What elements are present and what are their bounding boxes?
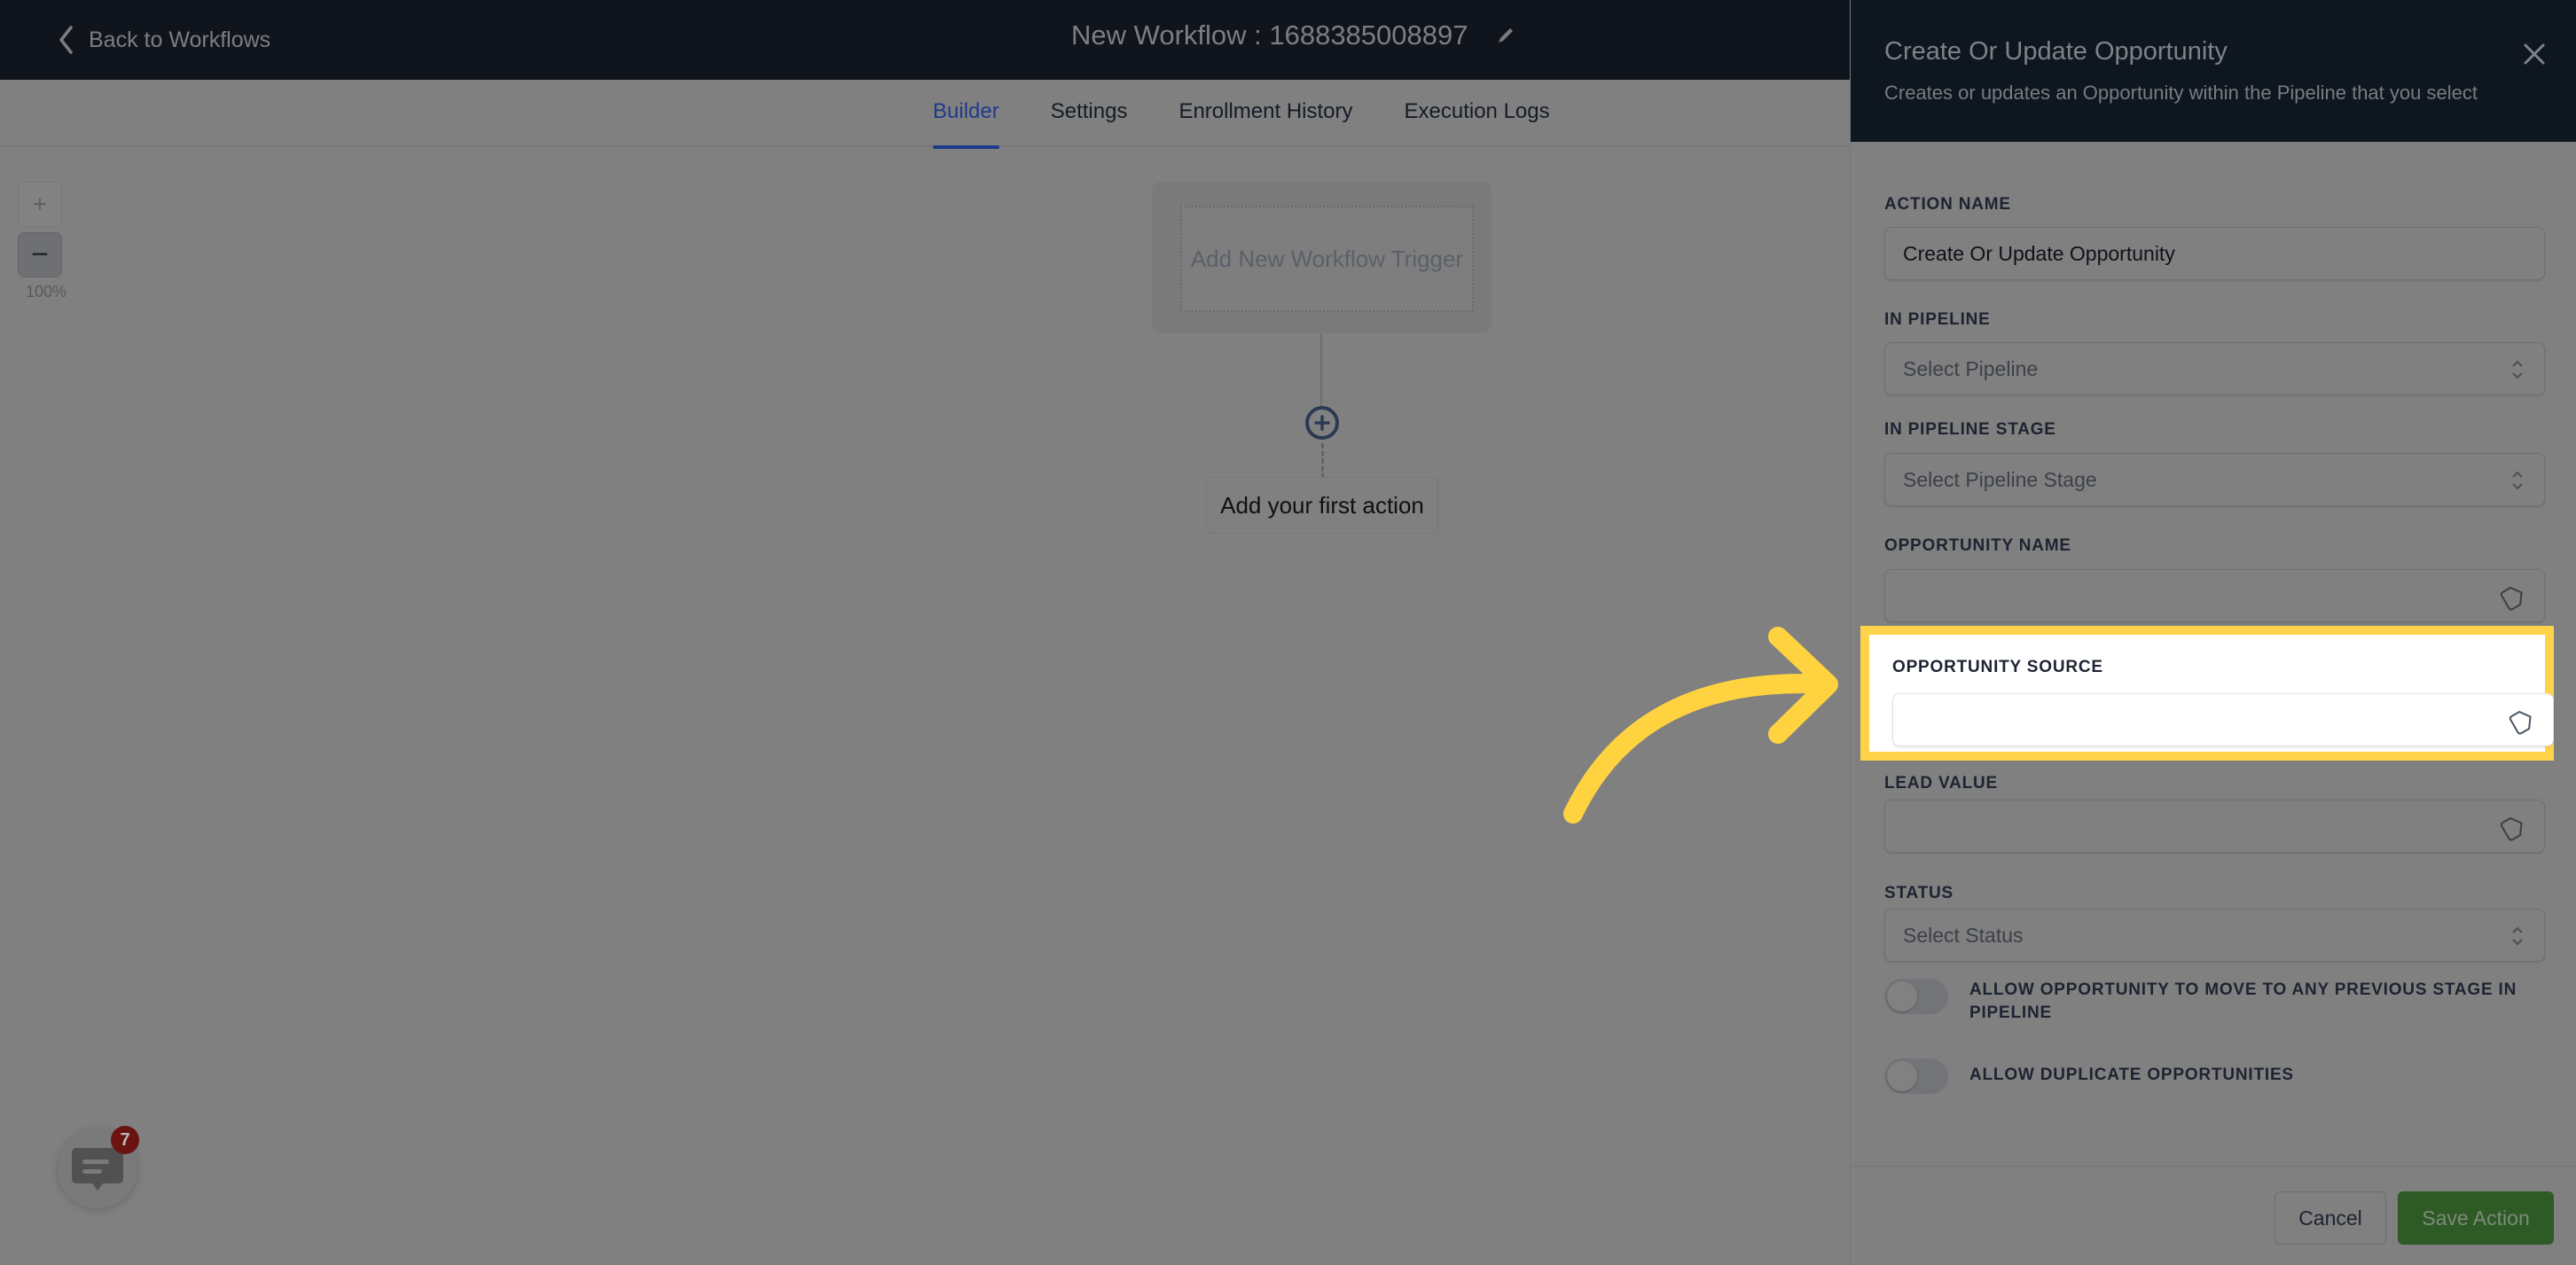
in-pipeline-stage-select[interactable]: Select Pipeline Stage — [1884, 453, 2545, 506]
add-action-button[interactable] — [1305, 406, 1339, 440]
action-name-label: ACTION NAME — [1884, 195, 2011, 214]
plus-icon — [1314, 415, 1330, 431]
allow-duplicate-row: ALLOW DUPLICATE OPPORTUNITIES — [1884, 1058, 2537, 1094]
save-action-button[interactable]: Save Action — [2398, 1191, 2554, 1245]
chevron-up-down-icon — [2512, 360, 2523, 379]
allow-duplicate-toggle[interactable] — [1884, 1058, 1948, 1094]
dashed-connector — [1321, 443, 1324, 479]
tabs: Builder Settings Enrollment History Exec… — [933, 80, 1601, 149]
tag-icon[interactable] — [2500, 584, 2526, 611]
highlight-box: OPPORTUNITY SOURCE — [1860, 626, 2554, 761]
allow-previous-stage-row: ALLOW OPPORTUNITY TO MOVE TO ANY PREVIOU… — [1884, 979, 2537, 1025]
tag-icon[interactable] — [2500, 815, 2526, 841]
lead-value-input[interactable] — [1884, 800, 2545, 853]
tab-bar: Builder Settings Enrollment History Exec… — [0, 80, 1850, 149]
in-pipeline-label: IN PIPELINE — [1884, 310, 1991, 329]
allow-duplicate-label: ALLOW DUPLICATE OPPORTUNITIES — [1969, 1066, 2294, 1084]
tab-execution-logs[interactable]: Execution Logs — [1405, 80, 1550, 147]
notification-badge: 7 — [111, 1126, 139, 1154]
workflow-title-text: New Workflow : 1688385008897 — [1071, 20, 1468, 51]
zoom-in-button[interactable]: + — [18, 182, 62, 227]
back-to-workflows-link[interactable]: Back to Workflows — [57, 25, 270, 55]
panel-header: Create Or Update Opportunity Creates or … — [1851, 0, 2576, 142]
status-label: STATUS — [1884, 884, 1954, 902]
in-pipeline-select[interactable]: Select Pipeline — [1884, 342, 2545, 395]
top-header: Back to Workflows New Workflow : 1688385… — [0, 0, 1850, 80]
add-trigger-button[interactable]: Add New Workflow Trigger — [1180, 206, 1474, 312]
opportunity-source-input[interactable] — [1892, 693, 2554, 746]
in-pipeline-stage-placeholder: Select Pipeline Stage — [1903, 467, 2097, 491]
status-select[interactable]: Select Status — [1884, 909, 2545, 962]
zoom-controls: + − 100% — [18, 182, 67, 301]
zoom-level: 100% — [25, 283, 67, 301]
pencil-icon[interactable] — [1495, 25, 1516, 46]
allow-previous-stage-toggle[interactable] — [1884, 979, 1948, 1014]
in-pipeline-placeholder: Select Pipeline — [1903, 356, 2039, 380]
add-first-action-node[interactable]: Add your first action — [1206, 477, 1438, 534]
chevron-up-down-icon — [2512, 471, 2523, 490]
zoom-out-button[interactable]: − — [18, 232, 62, 277]
annotation-arrow-icon — [1563, 627, 1838, 824]
opportunity-name-input[interactable] — [1884, 569, 2545, 622]
allow-previous-stage-label: ALLOW OPPORTUNITY TO MOVE TO ANY PREVIOU… — [1969, 980, 2517, 1022]
lead-value-label: LEAD VALUE — [1884, 774, 1998, 793]
action-name-value: Create Or Update Opportunity — [1903, 241, 2175, 265]
chevron-up-down-icon — [2512, 926, 2523, 946]
opportunity-source-label: OPPORTUNITY SOURCE — [1892, 658, 2103, 676]
status-placeholder: Select Status — [1903, 923, 2024, 947]
tab-builder[interactable]: Builder — [933, 80, 999, 149]
panel-subtitle: Creates or updates an Opportunity within… — [1884, 82, 2478, 104]
cancel-button[interactable]: Cancel — [2275, 1191, 2386, 1245]
chevron-left-icon — [59, 26, 73, 54]
tag-icon[interactable] — [2509, 708, 2535, 735]
in-pipeline-stage-label: IN PIPELINE STAGE — [1884, 420, 2056, 439]
connector-line — [1320, 333, 1322, 406]
panel-footer: Cancel Save Action — [1851, 1166, 2576, 1265]
tab-enrollment-history[interactable]: Enrollment History — [1178, 80, 1352, 147]
panel-title: Create Or Update Opportunity — [1884, 37, 2228, 66]
action-name-input[interactable]: Create Or Update Opportunity — [1884, 227, 2545, 280]
tab-settings[interactable]: Settings — [1051, 80, 1128, 147]
opportunity-name-label: OPPORTUNITY NAME — [1884, 536, 2071, 555]
back-label: Back to Workflows — [89, 27, 271, 52]
trigger-node: Add New Workflow Trigger — [1152, 182, 1492, 333]
close-icon[interactable] — [2521, 41, 2548, 67]
workflow-title: New Workflow : 1688385008897 — [1071, 20, 1516, 51]
